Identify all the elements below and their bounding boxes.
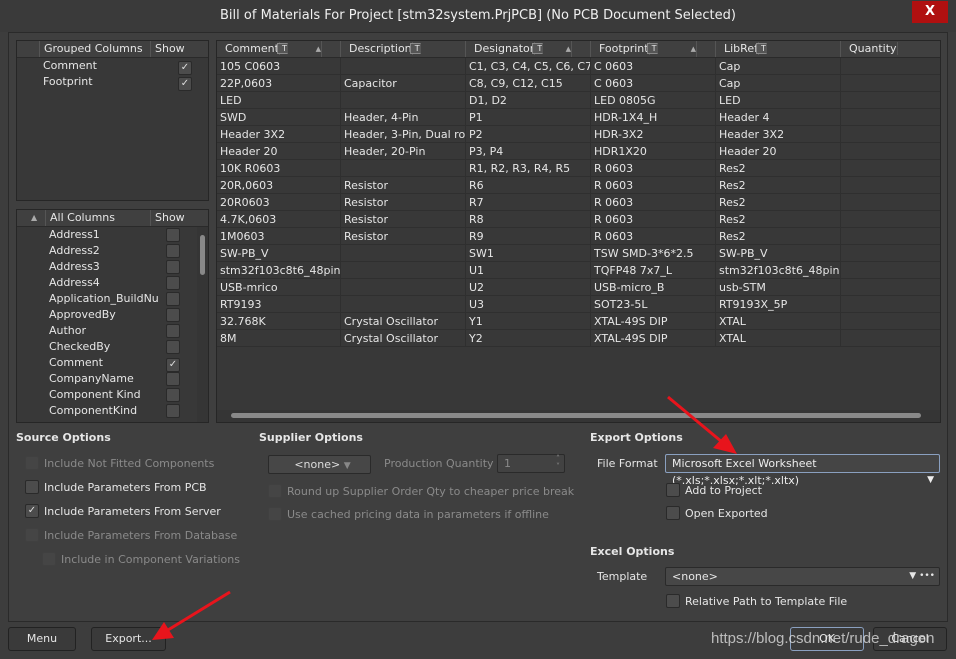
arrow-to-export [167, 590, 231, 632]
annotation-arrows [152, 395, 737, 640]
arrow-to-file-format [667, 395, 723, 444]
arrow-head-icon [152, 622, 174, 640]
